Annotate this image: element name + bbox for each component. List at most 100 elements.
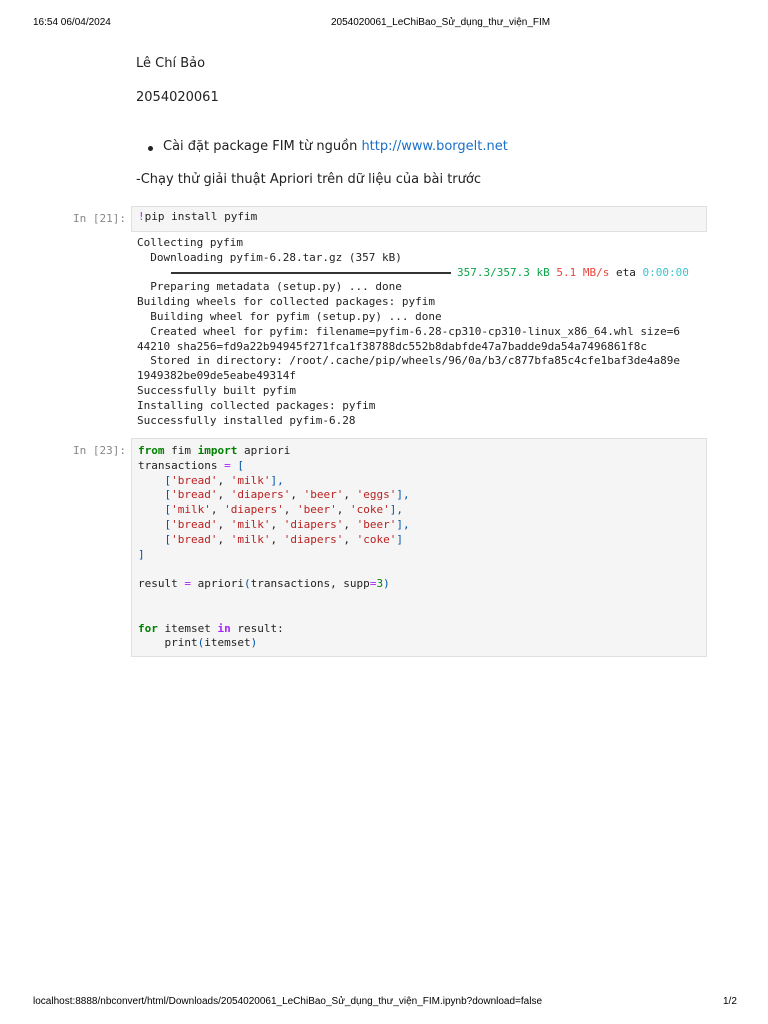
code-token: ] [138, 547, 145, 561]
student-id: 2054020061 [136, 90, 219, 105]
code-token: 'bread' [171, 488, 218, 502]
note-text: -Chạy thử giải thuật Apriori trên dữ liệ… [136, 172, 481, 187]
code-line: !pip install pyfim [138, 210, 700, 225]
output-line: Building wheels for collected packages: … [137, 295, 436, 309]
code-line: ['bread', 'diapers', 'beer', 'eggs'], [138, 488, 700, 503]
cell-prompt: In [21]: [73, 212, 126, 225]
code-token: 'bread' [171, 517, 218, 531]
code-token: itemset [157, 621, 218, 635]
code-line: from fim import apriori [138, 444, 700, 459]
code-token: ! [138, 210, 145, 223]
output-line: Collecting pyfim [137, 236, 243, 249]
progress-bar [171, 271, 451, 274]
code-token: for [138, 621, 158, 635]
output-line: Successfully installed pyfim-6.28 [137, 413, 356, 427]
code-token: result: [230, 621, 284, 635]
code-cell-pip[interactable]: !pip install pyfim [131, 206, 707, 232]
code-token: ], [396, 517, 410, 531]
code-token: apriori [237, 444, 291, 457]
code-token: ( [243, 577, 251, 591]
output-line: 44210 sha256=fd9a22b94945f271fca1f38788d… [137, 339, 647, 353]
code-token: 'milk' [230, 517, 271, 531]
code-token: 'beer' [303, 488, 344, 502]
code-token: itemset [204, 636, 251, 650]
code-token: result [138, 577, 185, 591]
code-line: result = apriori(transactions, supp=3) [138, 577, 700, 592]
print-title: 2054020061_LeChiBao_Sử_dụng_thư_viện_FIM [331, 17, 551, 28]
code-token: , [217, 517, 231, 531]
code-token: , [217, 473, 231, 487]
output-line: 1949382be09de5eabe49314f [137, 369, 296, 383]
code-token: 'milk' [230, 473, 271, 487]
code-token: ], [396, 488, 410, 502]
code-token: 'diapers' [283, 532, 344, 546]
code-token: , [283, 503, 297, 517]
code-token: 'beer' [356, 517, 397, 531]
code-token: 'diapers' [283, 517, 344, 531]
code-token: pip install pyfim [144, 210, 258, 223]
eta-label: eta [615, 265, 636, 279]
code-token: 'milk' [230, 532, 271, 546]
output-line: Created wheel for pyfim: filename=pyfim-… [137, 324, 681, 338]
code-line: transactions = [ [138, 459, 700, 474]
code-token: ], [270, 473, 284, 487]
code-token: , [290, 488, 304, 502]
code-token: , [343, 488, 357, 502]
output-line: Successfully built pyfim [137, 383, 296, 397]
code-token: = [224, 458, 231, 472]
code-token: [ [237, 458, 244, 472]
bullet-item: Cài đặt package FIM từ nguồn http://www.… [163, 139, 508, 154]
progress-line: 357.3/357.3 kB 5.1 MB/s eta 0:00:00 [137, 266, 689, 281]
code-token: , [336, 503, 350, 517]
code-line: ['bread', 'milk'], [138, 474, 700, 489]
code-token: in [217, 621, 231, 635]
code-line: ] [138, 548, 700, 563]
eta-value: 0:00:00 [642, 265, 689, 279]
code-token: = [184, 577, 191, 591]
code-token: , [210, 503, 225, 517]
code-line: ['bread', 'milk', 'diapers', 'coke'] [138, 533, 700, 548]
output-line: Preparing metadata (setup.py) ... done [137, 280, 402, 294]
code-token: , [217, 532, 231, 546]
code-token: , [217, 488, 231, 502]
cell-prompt: In [23]: [73, 444, 126, 457]
author-name: Lê Chí Bảo [136, 56, 206, 71]
output-line: Installing collected packages: pyfim [137, 398, 376, 412]
code-token: 'bread' [171, 532, 218, 546]
borgelt-link[interactable]: http://www.borgelt.net [361, 139, 507, 154]
progress-size: 357.3/357.3 kB [457, 265, 550, 279]
page-number: 1/2 [723, 996, 737, 1007]
code-token: transactions [138, 458, 225, 472]
code-token: , [270, 532, 284, 546]
code-token: 'eggs' [356, 488, 397, 502]
progress-speed: 5.1 MB/s [556, 265, 610, 279]
code-token: ] [396, 532, 403, 546]
code-token: 'coke' [349, 503, 390, 517]
code-token: ], [389, 503, 403, 517]
code-token: , [343, 517, 357, 531]
code-line: print(itemset) [138, 636, 700, 651]
code-line: for itemset in result: [138, 622, 700, 637]
code-token: transactions, supp [250, 577, 370, 591]
code-line: ['milk', 'diapers', 'beer', 'coke'], [138, 503, 700, 518]
print-url: localhost:8888/nbconvert/html/Downloads/… [33, 996, 543, 1007]
code-token: ) [250, 636, 258, 650]
code-token: apriori [190, 577, 244, 591]
code-token: import [197, 444, 238, 457]
code-cell-apriori[interactable]: from fim import apriori transactions = [ … [131, 438, 707, 657]
code-token: 'diapers' [224, 503, 284, 517]
code-token: 'beer' [296, 503, 337, 517]
output-line: Building wheel for pyfim (setup.py) ... … [137, 309, 442, 323]
print-datetime: 16:54 06/04/2024 [33, 17, 111, 28]
code-line: ['bread', 'milk', 'diapers', 'beer'], [138, 518, 700, 533]
output-line: Downloading pyfim-6.28.tar.gz (357 kB) [137, 250, 402, 264]
code-token: print [138, 636, 198, 650]
